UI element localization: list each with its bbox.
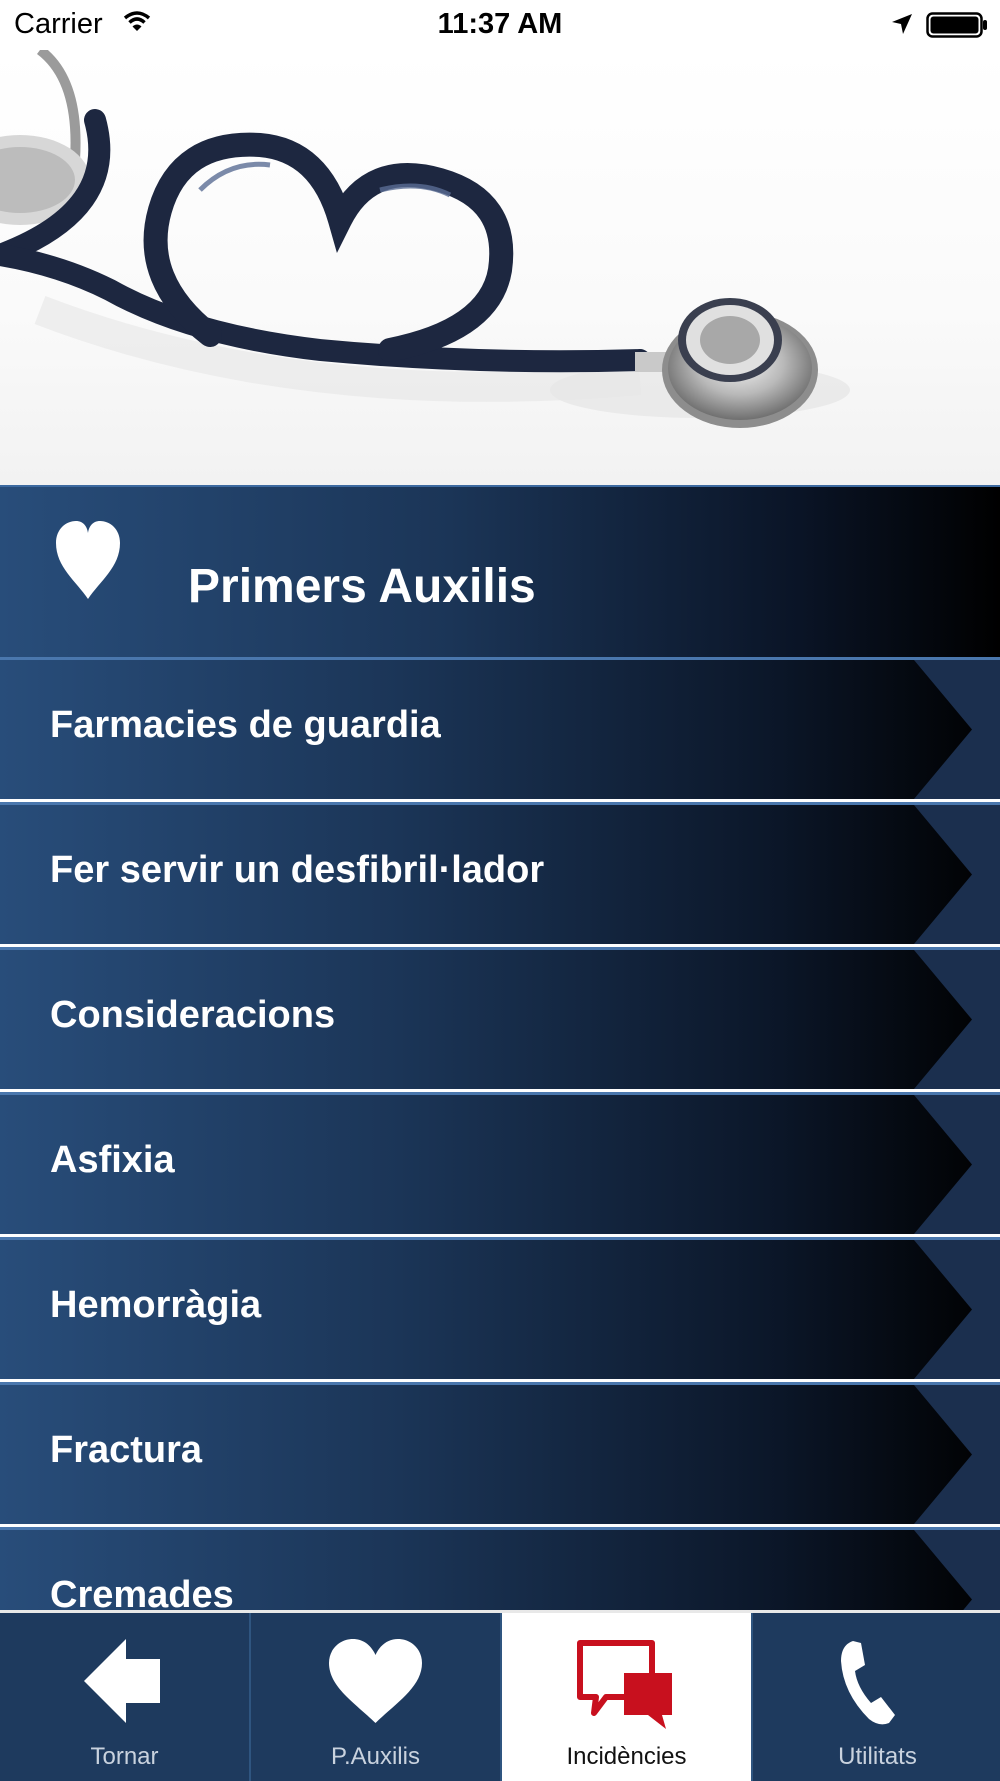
tab-incidencies[interactable]: Incidències [502,1613,751,1781]
list-item[interactable]: Asfixia [0,1092,1000,1234]
list-item-label: Asfixia [50,1139,175,1181]
list-item[interactable]: Consideracions [0,947,1000,1089]
hero-stethoscope-image [0,50,1000,485]
list-item-label: Farmacies de guardia [50,704,441,746]
chevron-right-icon [914,660,1000,799]
tab-tornar[interactable]: Tornar [0,1613,249,1781]
list-item-label: Fer servir un desfibril·lador [50,849,545,891]
chevron-right-icon [914,1240,1000,1379]
tab-p-auxilis[interactable]: P.Auxilis [251,1613,500,1781]
section-header: Primers Auxilis [0,485,1000,659]
list-item[interactable]: Cremades [0,1527,1000,1610]
list-item[interactable]: Hemorràgia [0,1237,1000,1379]
chevron-right-icon [914,1095,1000,1234]
list-item-label: Cremades [50,1574,234,1610]
status-bar: Carrier 11:37 AM [0,0,1000,50]
heart-icon [52,517,124,606]
chevron-right-icon [914,805,1000,944]
list-item-label: Hemorràgia [50,1284,262,1326]
tab-label: Tornar [90,1743,159,1770]
list-item[interactable]: Fractura [0,1382,1000,1524]
tab-utilitats[interactable]: Utilitats [753,1613,1000,1781]
clock: 11:37 AM [437,8,563,40]
menu-list: Farmacies de guardia Fer servir un desfi… [0,657,1000,1610]
battery-icon [926,12,988,43]
phone-icon [841,1641,895,1725]
back-arrow-icon [84,1639,160,1723]
chevron-right-icon [914,950,1000,1089]
list-item[interactable]: Farmacies de guardia [0,657,1000,799]
list-item-label: Fractura [50,1429,203,1471]
list-item[interactable]: Fer servir un desfibril·lador [0,802,1000,944]
page-title: Primers Auxilis [188,560,536,613]
chevron-right-icon [914,1385,1000,1524]
chat-bubbles-icon [577,1640,672,1729]
list-item-label: Consideracions [50,994,336,1036]
tab-bar: Tornar P.Auxilis Incidències Utilitats [0,1610,1000,1781]
tab-label: Incidències [566,1743,687,1770]
tab-label: Utilitats [838,1743,917,1770]
chevron-right-icon [914,1530,1000,1610]
heart-icon [329,1639,422,1723]
location-arrow-icon [890,12,914,41]
tab-label: P.Auxilis [331,1743,420,1770]
